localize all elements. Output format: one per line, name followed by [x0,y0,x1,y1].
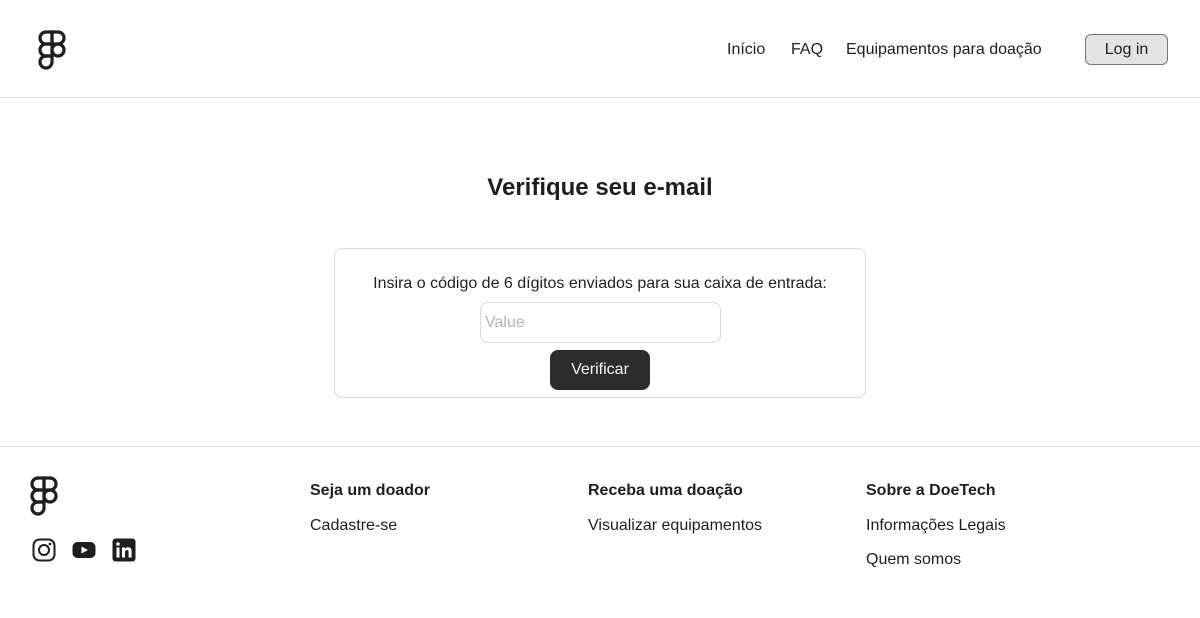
verification-code-input[interactable] [480,302,721,343]
nav-link-inicio[interactable]: Início [727,38,765,62]
footer-column-title: Sobre a DoeTech [866,482,996,499]
linkedin-icon[interactable] [112,538,136,562]
verify-button[interactable]: Verificar [550,350,650,390]
figma-logo-icon[interactable] [38,30,66,70]
nav-link-faq[interactable]: FAQ [791,38,823,62]
footer-column-title: Seja um doador [310,482,431,499]
footer-link-quem-somos[interactable]: Quem somos [866,549,961,571]
page-title: Verifique seu e-mail [487,174,713,201]
verification-instruction: Insira o código de 6 dígitos enviados pa… [373,275,827,292]
nav-link-equipamentos[interactable]: Equipamentos para doação [846,38,1042,62]
verification-card: Insira o código de 6 dígitos enviados pa… [334,248,866,398]
figma-logo-icon [30,476,58,516]
site-footer: Seja um doador Cadastre-se Receba uma do… [0,446,1200,618]
footer-link-visualizar-equipamentos[interactable]: Visualizar equipamentos [588,515,762,537]
login-button[interactable]: Log in [1085,34,1168,65]
footer-link-informacoes-legais[interactable]: Informações Legais [866,515,1006,537]
instagram-icon[interactable] [32,538,56,562]
footer-link-cadastre-se[interactable]: Cadastre-se [310,515,397,537]
youtube-icon[interactable] [72,538,96,562]
footer-column-title: Receba uma doação [588,482,743,499]
site-header: Início FAQ Equipamentos para doação Log … [0,0,1200,98]
